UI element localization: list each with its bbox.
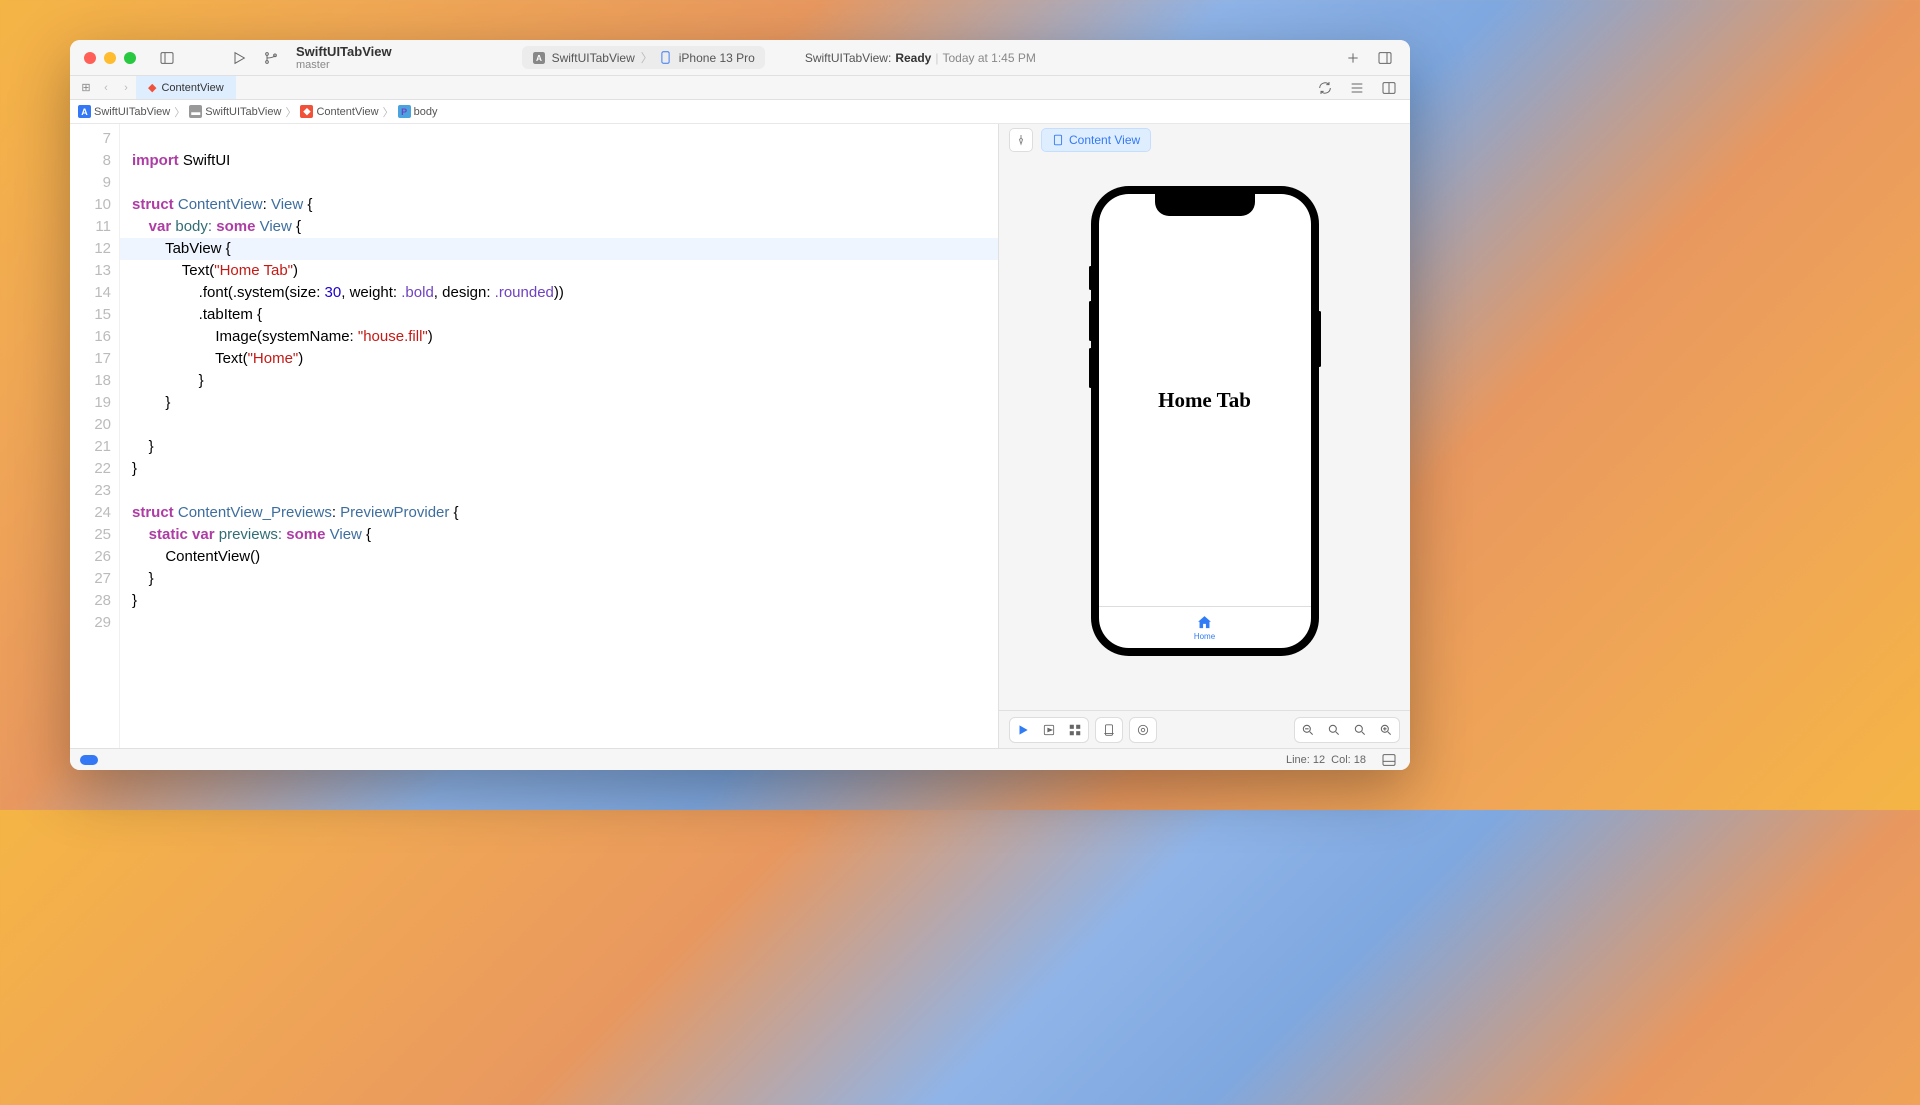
property-icon: P [398, 105, 411, 118]
zoom-fit-button[interactable] [1347, 718, 1373, 742]
chevron-icon: 〉 [383, 104, 394, 120]
scheme-device-label: iPhone 13 Pro [679, 51, 755, 65]
preview-label: Content View [1069, 133, 1140, 147]
swift-file-icon: ◆ [300, 105, 313, 118]
toggle-debug-area-button[interactable] [1378, 749, 1400, 771]
svg-text:A: A [536, 54, 542, 63]
related-items-button[interactable]: ⊞ [76, 81, 96, 94]
jump-bar: ASwiftUITabView 〉 ▬SwiftUITabView 〉 ◆Con… [70, 100, 1410, 124]
adjust-editor-button[interactable] [1346, 77, 1368, 99]
main-area: 7891011 1213141516 1718192021 2223242526… [70, 124, 1410, 748]
branch-name: master [296, 59, 392, 71]
folder-icon: ▬ [189, 105, 202, 118]
iphone-frame: Home Tab Home [1091, 186, 1319, 656]
minimize-window-button[interactable] [104, 52, 116, 64]
canvas-preview-pane: Content View Home Tab Home [998, 124, 1410, 748]
swift-icon: ◆ [148, 81, 156, 94]
house-fill-icon [1196, 614, 1213, 631]
preview-selector[interactable]: Content View [1041, 128, 1151, 152]
zoom-reset-button[interactable] [1321, 718, 1347, 742]
selectable-button[interactable] [1036, 718, 1062, 742]
preview-canvas[interactable]: Home Tab Home [999, 156, 1410, 710]
preview-toolbar [999, 710, 1410, 748]
nav-back-button[interactable]: ‹ [96, 82, 116, 94]
chevron-icon: 〉 [174, 104, 185, 120]
app-icon: A [532, 51, 546, 65]
nav-forward-button[interactable]: › [116, 82, 136, 94]
fullscreen-window-button[interactable] [124, 52, 136, 64]
xcode-window: SwiftUITabView master A SwiftUITabView 〉… [70, 40, 1410, 770]
build-status: SwiftUITabView: Ready | Today at 1:45 PM [805, 51, 1036, 65]
screen-content: Home Tab [1099, 194, 1311, 606]
scheme-app-label: SwiftUITabView [552, 51, 635, 65]
line-gutter: 7891011 1213141516 1718192021 2223242526… [70, 124, 120, 748]
status-bar: Line: 12 Col: 18 [70, 748, 1410, 770]
branch-button[interactable] [260, 47, 282, 69]
toggle-inspector-button[interactable] [1374, 47, 1396, 69]
zoom-in-button[interactable] [1373, 718, 1399, 742]
pin-preview-button[interactable] [1009, 128, 1033, 152]
project-icon: A [78, 105, 91, 118]
breadcrumb-folder[interactable]: ▬SwiftUITabView [189, 105, 281, 118]
project-name: SwiftUITabView [296, 44, 392, 59]
breadcrumb-project[interactable]: ASwiftUITabView [78, 105, 170, 118]
preview-header: Content View [999, 124, 1410, 156]
zoom-out-button[interactable] [1295, 718, 1321, 742]
preview-settings-button[interactable] [1130, 718, 1156, 742]
toggle-navigator-button[interactable] [156, 47, 178, 69]
code-content[interactable]: import SwiftUI struct ContentView: View … [120, 124, 998, 748]
device-settings-button[interactable] [1096, 718, 1122, 742]
live-preview-button[interactable] [1010, 718, 1036, 742]
scheme-chevron-icon: 〉 [641, 49, 653, 66]
add-editor-button[interactable] [1378, 77, 1400, 99]
tab-label: ContentView [161, 82, 223, 94]
run-button[interactable] [228, 47, 250, 69]
device-icon [659, 51, 673, 65]
breadcrumb-symbol[interactable]: Pbody [398, 105, 438, 118]
toolbar: SwiftUITabView master A SwiftUITabView 〉… [70, 40, 1410, 76]
status-time: Today at 1:45 PM [942, 51, 1035, 65]
refresh-icon[interactable] [1314, 77, 1336, 99]
close-window-button[interactable] [84, 52, 96, 64]
status-indicator [80, 755, 98, 765]
add-button[interactable] [1342, 47, 1364, 69]
project-info: SwiftUITabView master [296, 44, 392, 71]
cursor-col: Col: 18 [1331, 754, 1366, 766]
status-project: SwiftUITabView: [805, 51, 891, 65]
tab-item-label: Home [1194, 632, 1215, 641]
editor-tab[interactable]: ◆ ContentView [136, 76, 236, 99]
editor-tab-bar: ⊞ ‹ › ◆ ContentView [70, 76, 1410, 100]
home-tab-text: Home Tab [1158, 388, 1251, 413]
scheme-selector[interactable]: A SwiftUITabView 〉 iPhone 13 Pro [522, 46, 765, 69]
chevron-icon: 〉 [285, 104, 296, 120]
phone-screen: Home Tab Home [1099, 194, 1311, 648]
code-editor[interactable]: 7891011 1213141516 1718192021 2223242526… [70, 124, 998, 748]
cursor-line: Line: 12 [1286, 754, 1325, 766]
window-traffic-lights [84, 52, 136, 64]
status-state: Ready [895, 51, 931, 65]
breadcrumb-file[interactable]: ◆ContentView [300, 105, 378, 118]
variants-button[interactable] [1062, 718, 1088, 742]
tab-bar: Home [1099, 606, 1311, 648]
notch [1155, 194, 1255, 216]
